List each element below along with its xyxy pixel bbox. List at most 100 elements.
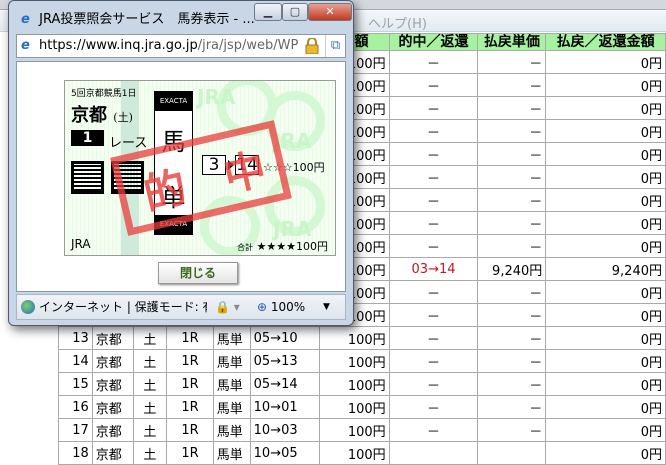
zoom-dropdown-icon[interactable]: ▼ (323, 295, 330, 319)
cell-race: 1R (166, 326, 214, 350)
cell-hit: － (388, 326, 479, 350)
close-button[interactable]: 閉じる (158, 262, 238, 284)
cell-day: 土 (132, 441, 168, 465)
cell-hit: － (388, 188, 479, 212)
cell-unit: － (477, 119, 547, 143)
cell-hit: － (388, 280, 479, 304)
cell-type: 馬単 (212, 372, 251, 396)
cell-race: 1R (166, 372, 214, 396)
cell-no: 18 (58, 441, 93, 465)
cell-unit: － (477, 73, 547, 97)
cell-day: 土 (132, 326, 168, 350)
address-bar[interactable]: e https://www.inq.jra.go.jp/jra/jsp/web/… (16, 34, 346, 58)
venue: 京都 (土) (71, 105, 133, 126)
cell-type: 馬単 (212, 326, 251, 350)
cell-unit: － (477, 280, 547, 304)
cell-hit: － (388, 142, 479, 166)
cell-payout: 0円 (545, 211, 666, 235)
table-row: 17 京都土 1R 馬単 10→03 100円－－ 0円 (58, 418, 666, 442)
cell-no: 17 (58, 418, 93, 442)
popup-content: JRA JRA JRA 5回京都競馬1日 京都 (土) 1 レース EXACTA… (16, 61, 346, 292)
cell-unit: － (477, 142, 547, 166)
cell-day: 土 (132, 418, 168, 442)
cell-hit: － (388, 395, 479, 419)
cell-amount: 100円 (319, 349, 390, 373)
cell-unit: － (477, 418, 547, 442)
cell-combo: 05→13 (249, 349, 321, 373)
cell-unit: － (477, 303, 547, 327)
cell-venue: 京都 (91, 441, 134, 465)
total-amount: 合計 ★★★★100円 (237, 240, 328, 253)
table-row: 16 京都土 1R 馬単 10→01 100円－－ 0円 (58, 395, 666, 419)
cell-no: 16 (58, 395, 93, 419)
table-row: 14 京都土 1R 馬単 05→13 100円－－ 0円 (58, 349, 666, 373)
cell-hit: 03→14 (388, 257, 479, 281)
cell-day: 土 (132, 372, 168, 396)
cell-unit: － (477, 349, 547, 373)
cell-race: 1R (166, 349, 214, 373)
cell-hit: － (388, 234, 479, 258)
cell-hit: － (388, 349, 479, 373)
protected-mode-icon[interactable]: 🔒 ▾ (215, 295, 240, 319)
close-window-button[interactable]: ✕ (308, 3, 352, 21)
cell-hit: － (388, 96, 479, 120)
cell-race: 1R (166, 441, 214, 465)
cell-payout: 0円 (545, 188, 666, 212)
cell-payout: 0円 (545, 349, 666, 373)
cell-venue: 京都 (91, 349, 134, 373)
cell-unit: － (477, 188, 547, 212)
cell-payout: 0円 (545, 280, 666, 304)
cell-unit: － (477, 211, 547, 235)
jra-watermark: JRA (197, 85, 236, 109)
cell-payout: 0円 (545, 165, 666, 189)
cell-combo: 05→14 (249, 372, 321, 396)
cell-amount: 100円 (319, 326, 390, 350)
cell-hit: － (388, 165, 479, 189)
cell-payout: 0円 (545, 50, 666, 74)
cell-payout: 0円 (545, 119, 666, 143)
race-number: 1 (71, 130, 104, 146)
column-header: 払戻単価 (477, 33, 547, 51)
column-header: 払戻／返還金額 (545, 33, 666, 51)
cell-type: 馬単 (212, 349, 251, 373)
cell-payout: 9,240円 (545, 257, 666, 281)
cell-payout: 0円 (545, 96, 666, 120)
minimize-button[interactable]: ▁ (254, 3, 282, 21)
cell-venue: 京都 (91, 326, 134, 350)
cell-combo: 10→03 (249, 418, 321, 442)
cell-no: 13 (58, 326, 93, 350)
jra-brand: JRA (71, 237, 91, 251)
cell-race: 1R (166, 418, 214, 442)
cell-payout: 0円 (545, 418, 666, 442)
cell-hit: － (388, 50, 479, 74)
cell-unit: － (477, 234, 547, 258)
compat-view-icon[interactable]: ⧉ (325, 35, 345, 57)
zoom-level[interactable]: ⊕ 100% (257, 295, 305, 319)
cell-day: 土 (132, 349, 168, 373)
cell-combo: 10→01 (249, 395, 321, 419)
cell-unit: － (477, 326, 547, 350)
globe-icon (21, 300, 35, 314)
cell-hit: － (388, 303, 479, 327)
cell-unit (477, 441, 547, 465)
cell-no: 15 (58, 372, 93, 396)
cell-hit: － (388, 119, 479, 143)
maximize-button[interactable]: ▢ (282, 3, 308, 21)
cell-day: 土 (132, 395, 168, 419)
security-zone[interactable]: インターネット | 保護モード: 有効 (39, 295, 207, 319)
cell-unit: － (477, 372, 547, 396)
cell-venue: 京都 (91, 418, 134, 442)
cell-amount: 100円 (319, 441, 390, 465)
status-bar: インターネット | 保護モード: 有効 🔒 ▾ ⊕ 100% ▼ (16, 294, 346, 320)
page-icon: e (21, 38, 30, 53)
ticket-popup-window: e JRA投票照会サービス 馬券表示 - ... ▁ ▢ ✕ e https:/… (8, 0, 354, 326)
cell-hit: － (388, 418, 479, 442)
column-header: 的中／返還 (388, 33, 479, 51)
lock-icon[interactable] (305, 37, 319, 55)
menu-help[interactable]: ヘルプ(H) (368, 13, 427, 32)
table-row: 15 京都土 1R 馬単 05→14 100円－－ 0円 (58, 372, 666, 396)
cell-payout: 0円 (545, 303, 666, 327)
cell-race: 1R (166, 395, 214, 419)
cell-venue: 京都 (91, 395, 134, 419)
cell-hit: － (388, 73, 479, 97)
